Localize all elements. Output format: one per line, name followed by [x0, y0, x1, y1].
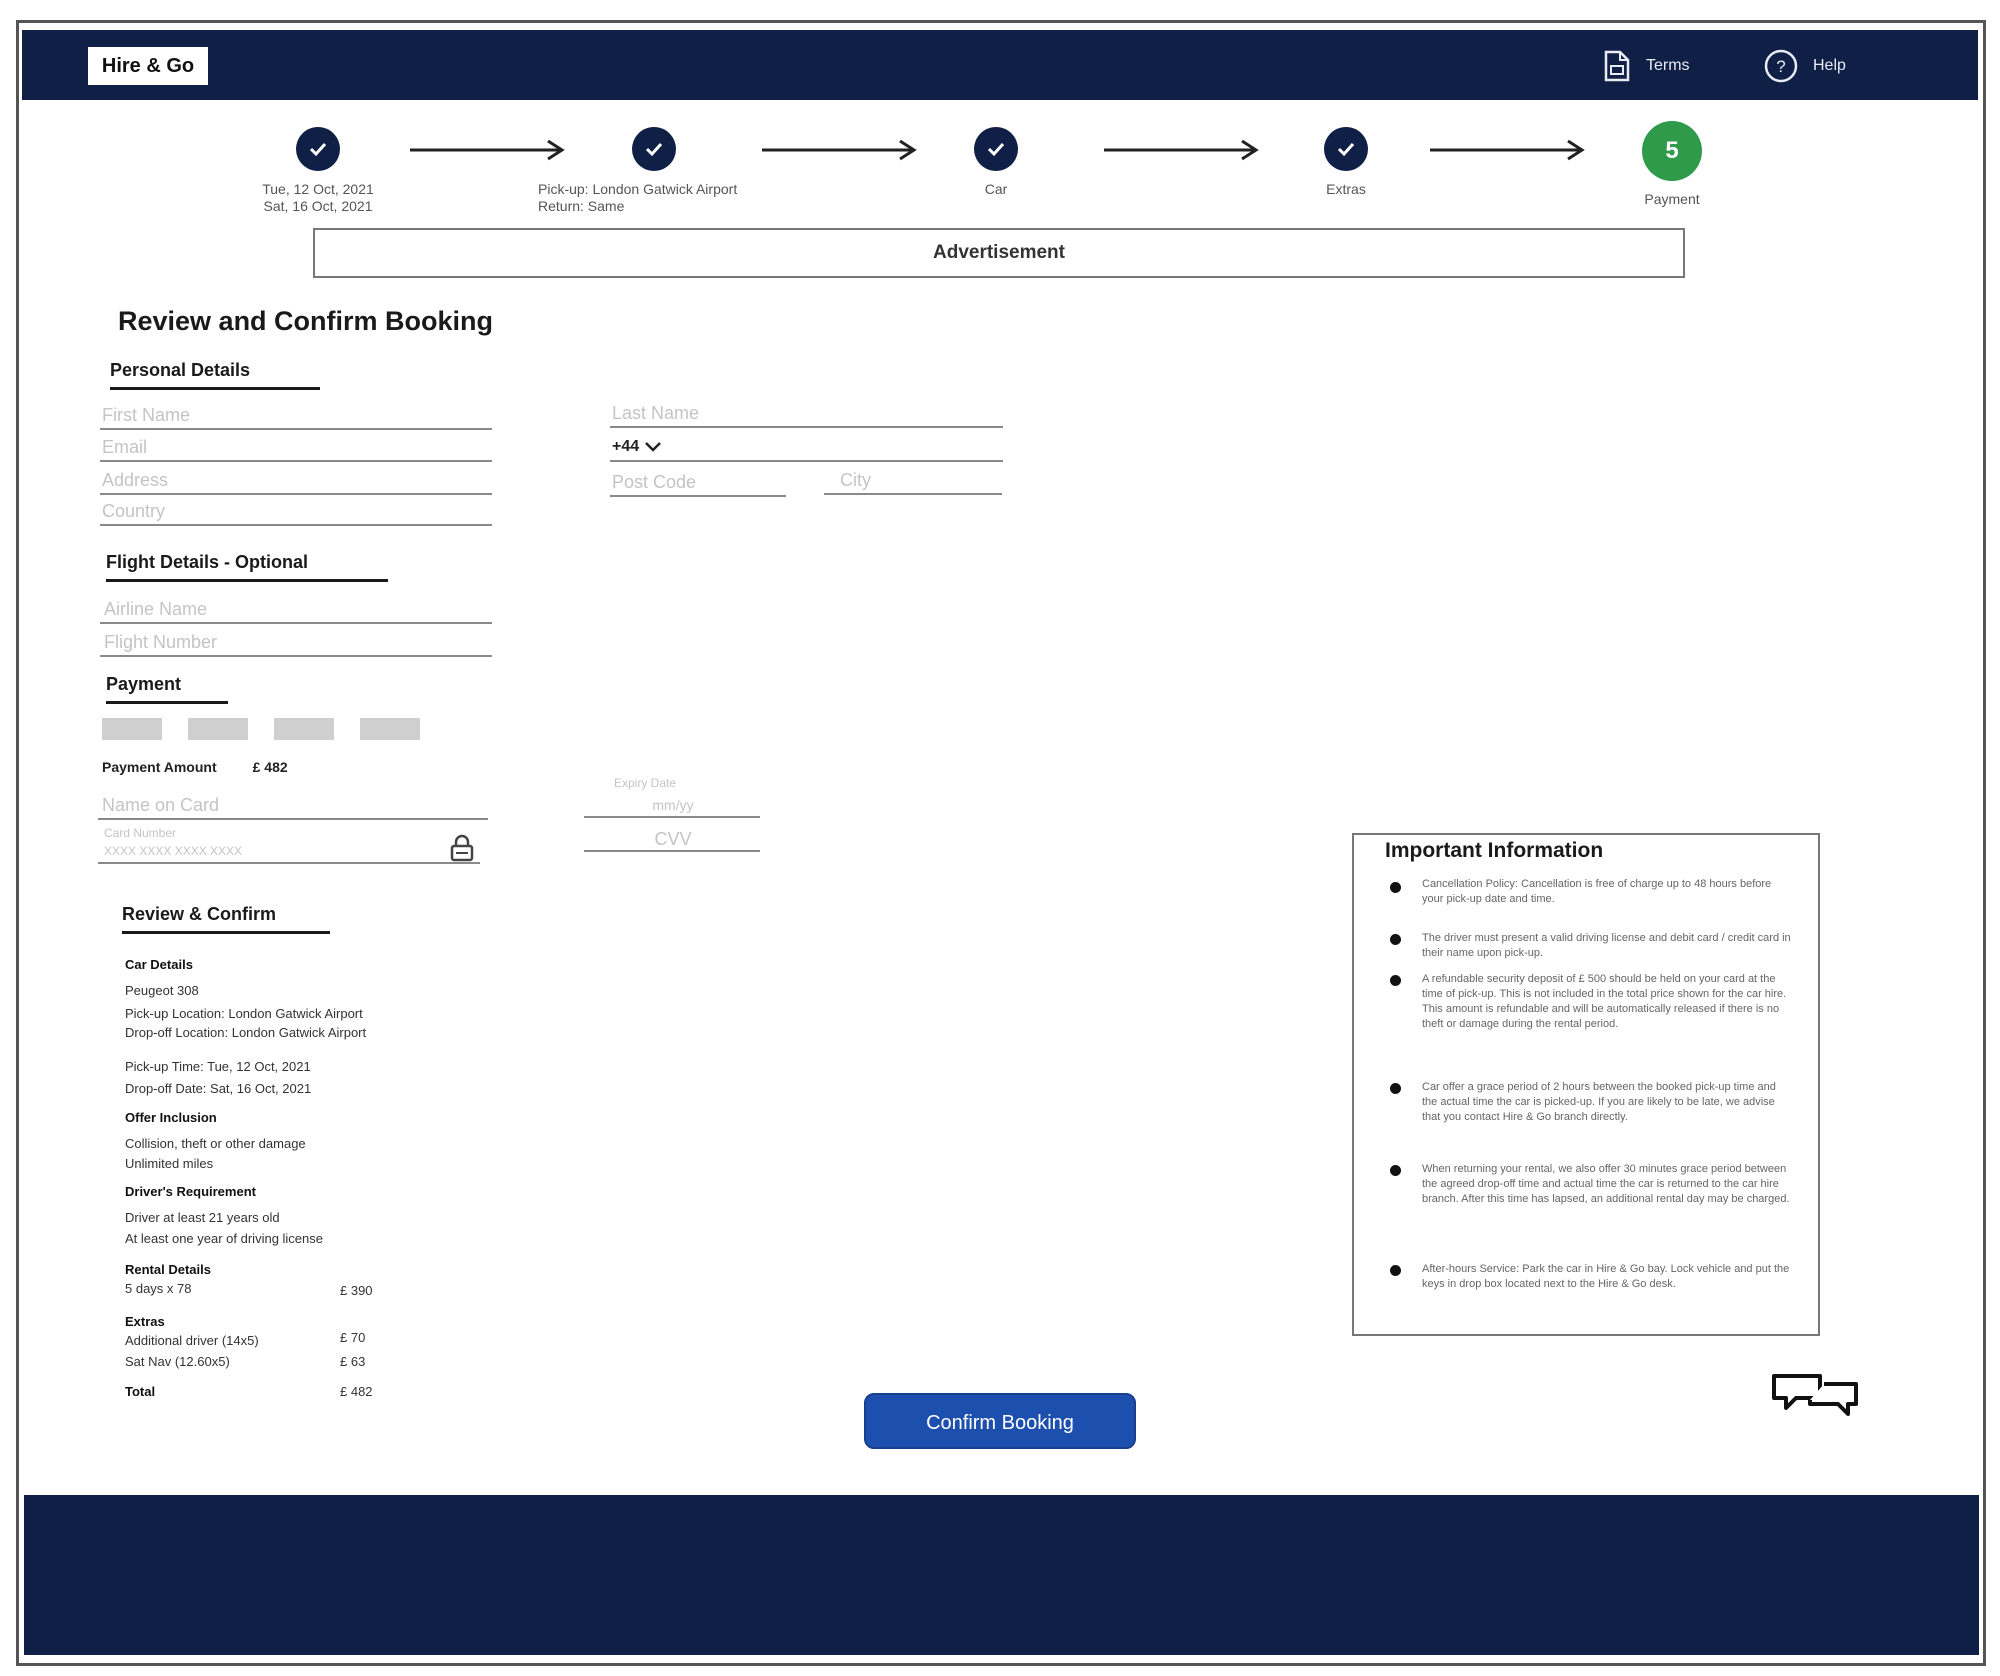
chat-support-icon[interactable] [1770, 1370, 1860, 1423]
personal-details-heading: Personal Details [110, 360, 320, 390]
payment-amount: Payment Amount £ 482 [102, 759, 288, 775]
driver-requirement-item: At least one year of driving license [125, 1231, 323, 1246]
info-item: When returning your rental, we also offe… [1422, 1163, 1790, 1205]
step-number-badge: 5 [1642, 121, 1702, 181]
offer-inclusion-title: Offer Inclusion [125, 1110, 217, 1125]
bullet-icon [1390, 934, 1401, 945]
bullet-icon [1390, 1083, 1401, 1094]
driver-requirement-item: Driver at least 21 years old [125, 1210, 280, 1225]
last-name-input[interactable]: Last Name [610, 398, 1003, 428]
first-name-input[interactable]: First Name [100, 400, 492, 430]
car-details-title: Car Details [125, 957, 193, 972]
post-code-input[interactable]: Post Code [610, 467, 786, 497]
city-input[interactable]: City [824, 465, 1002, 495]
bullet-icon [1390, 975, 1401, 986]
step-label: Tue, 12 Oct, 2021 Sat, 16 Oct, 2021 [262, 181, 374, 214]
svg-text:?: ? [1776, 57, 1785, 76]
step-label: Payment [1644, 191, 1700, 207]
step-payment[interactable]: 5 Payment [1522, 121, 1822, 208]
cvv-input[interactable]: CVV [584, 826, 760, 852]
terms-link[interactable]: Terms [1602, 48, 1690, 84]
rental-details-title: Rental Details [125, 1262, 211, 1277]
expiry-date-label: Expiry Date [614, 776, 677, 790]
rental-line: 5 days x 78 [125, 1281, 192, 1296]
step-complete-check-icon [974, 127, 1018, 171]
extra-item: Additional driver (14x5) [125, 1333, 259, 1348]
step-location[interactable]: Pick-up: London Gatwick Airport Return: S… [504, 127, 804, 215]
step-complete-check-icon [1324, 127, 1368, 171]
card-type-option[interactable] [102, 718, 162, 740]
extra-amount: £ 70 [340, 1330, 366, 1345]
dropoff-date: Drop-off Date: Sat, 16 Oct, 2021 [125, 1081, 312, 1096]
confirm-booking-button[interactable]: Confirm Booking [864, 1393, 1136, 1449]
flight-number-input[interactable]: Flight Number [100, 627, 492, 657]
airline-name-input[interactable]: Airline Name [100, 594, 492, 624]
card-type-option[interactable] [188, 718, 248, 740]
terms-label: Terms [1646, 57, 1690, 74]
email-input[interactable]: Email [100, 432, 492, 462]
step-complete-check-icon [632, 127, 676, 171]
expiry-date-input[interactable]: mm/yy [584, 792, 760, 818]
bullet-icon [1390, 882, 1401, 893]
help-link[interactable]: ? Help [1763, 48, 1846, 84]
name-on-card-input[interactable]: Name on Card [98, 790, 488, 820]
country-input[interactable]: Country [100, 496, 492, 526]
offer-item: Collision, theft or other damage [125, 1136, 306, 1151]
info-item: The driver must present a valid driving … [1422, 932, 1791, 959]
info-item: After-hours Service: Park the car in Hir… [1422, 1263, 1790, 1290]
page-footer [24, 1495, 1979, 1655]
page-title: Review and Confirm Booking [118, 306, 494, 336]
offer-item: Unlimited miles [125, 1156, 214, 1171]
address-input[interactable]: Address [100, 465, 492, 495]
extras-title: Extras [125, 1314, 165, 1329]
flight-details-heading: Flight Details - Optional [106, 552, 388, 582]
pickup-time: Pick-up Time: Tue, 12 Oct, 2021 [125, 1059, 311, 1074]
review-confirm-heading: Review & Confirm [122, 904, 330, 934]
extra-amount: £ 63 [340, 1354, 366, 1369]
chevron-down-icon [644, 438, 662, 455]
document-icon [1602, 50, 1632, 82]
hire-and-go-logo[interactable]: Hire & Go [86, 45, 210, 87]
dropoff-location: Drop-off Location: London Gatwick Airpor… [125, 1025, 367, 1040]
extra-item: Sat Nav (12.60x5) [125, 1354, 230, 1369]
step-label: Pick-up: London Gatwick Airport Return: S… [538, 181, 738, 214]
payment-amount-label: Payment Amount [102, 759, 217, 775]
total-amount: £ 482 [340, 1384, 373, 1399]
info-item: Car offer a grace period of 2 hours betw… [1422, 1081, 1776, 1123]
help-label: Help [1813, 57, 1846, 74]
pickup-location: Pick-up Location: London Gatwick Airport [125, 1006, 363, 1021]
step-label: Extras [1326, 181, 1366, 197]
info-item: A refundable security deposit of £ 500 s… [1422, 973, 1787, 1030]
total-label: Total [125, 1384, 156, 1399]
card-number-input[interactable]: XXXX XXXX XXXX XXXX [98, 838, 480, 864]
card-type-option[interactable] [360, 718, 420, 740]
step-car[interactable]: Car [846, 127, 1146, 198]
advertisement-banner[interactable]: Advertisement [313, 228, 1685, 278]
phone-prefix-value: +44 [612, 438, 640, 455]
car-model: Peugeot 308 [125, 983, 199, 998]
important-information-title: Important Information [1385, 839, 1604, 862]
step-label: Car [984, 181, 1008, 197]
driver-requirement-title: Driver's Requirement [125, 1184, 256, 1199]
help-icon: ? [1763, 48, 1799, 84]
rental-amount: £ 390 [340, 1283, 373, 1298]
step-complete-check-icon [296, 127, 340, 171]
info-item: Cancellation Policy: Cancellation is fre… [1422, 878, 1772, 905]
bullet-icon [1390, 1265, 1401, 1276]
bullet-icon [1390, 1165, 1401, 1176]
payment-heading: Payment [106, 674, 228, 704]
payment-amount-value: £ 482 [252, 759, 288, 775]
phone-country-select[interactable]: +44 [610, 432, 1003, 462]
card-type-option[interactable] [274, 718, 334, 740]
lock-icon [448, 833, 476, 868]
